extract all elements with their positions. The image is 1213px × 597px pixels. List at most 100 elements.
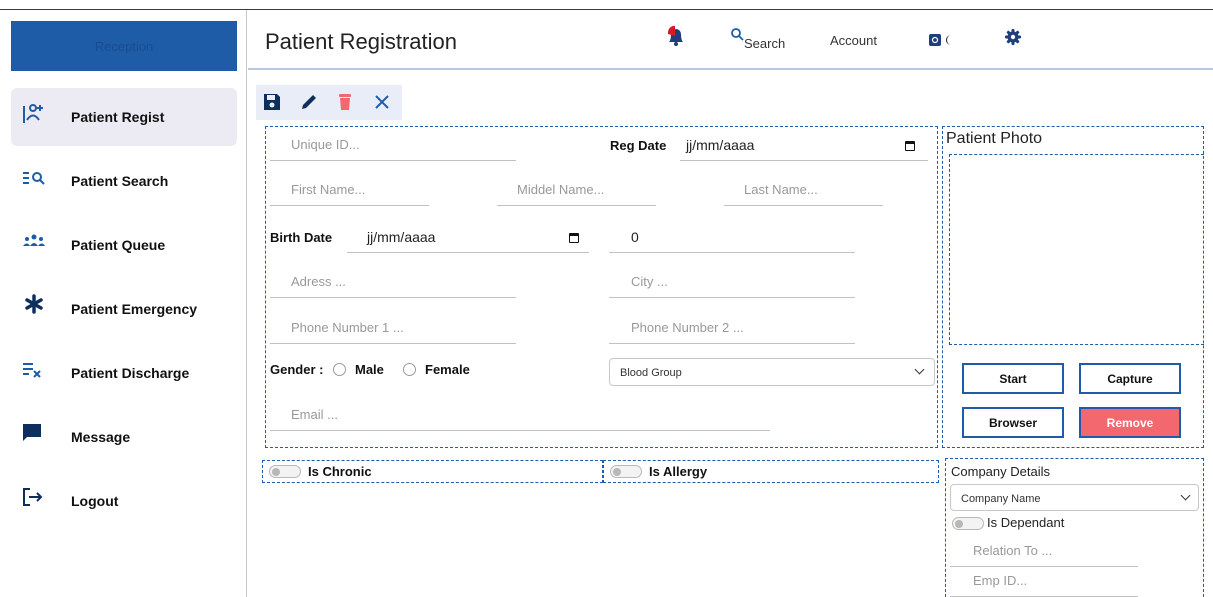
top-header: Patient Registration Search Account: [248, 10, 1213, 70]
sidebar-item-patient-search[interactable]: Patient Search: [11, 152, 237, 210]
age-value: 0: [631, 229, 639, 245]
gender-female-label: Female: [425, 362, 470, 377]
photo-title: Patient Photo: [946, 130, 1043, 147]
unique-id-placeholder: Unique ID...: [291, 137, 360, 152]
reg-date-value: jj/mm/aaaa: [686, 137, 755, 153]
chronic-toggle-row: Is Chronic: [262, 460, 603, 483]
birth-date-label: Birth Date: [270, 230, 333, 245]
last-name-field[interactable]: Last Name...: [724, 172, 883, 206]
browser-button[interactable]: Browser: [962, 407, 1064, 438]
remove-button-label: Remove: [1106, 415, 1154, 430]
sidebar-item-logout[interactable]: Logout: [11, 472, 237, 530]
trash-icon[interactable]: [332, 89, 358, 115]
sidebar-item-patient-queue[interactable]: Patient Queue: [11, 216, 237, 274]
birth-date-value: jj/mm/aaaa: [367, 229, 436, 245]
company-name-value: Company Name: [961, 493, 1041, 505]
phone2-placeholder: Phone Number 2 ...: [631, 320, 744, 335]
search-list-icon: [21, 165, 47, 191]
allergy-toggle-row: Is Allergy: [603, 460, 939, 483]
group-icon: [21, 229, 47, 255]
unique-id-field[interactable]: Unique ID...: [270, 127, 516, 161]
company-details-panel: Company Details Company Name Is Dependan…: [945, 458, 1204, 597]
sidebar-item-label: Message: [71, 429, 131, 445]
calendar-icon[interactable]: [905, 141, 915, 151]
search-icon[interactable]: [730, 27, 744, 46]
sidebar-item-label: Patient Emergency: [71, 301, 198, 317]
page-title: Patient Registration: [265, 29, 457, 54]
chronic-label: Is Chronic: [308, 464, 372, 479]
phone2-field[interactable]: Phone Number 2 ...: [609, 310, 855, 344]
city-field[interactable]: City ...: [609, 264, 855, 298]
logout-icon: [21, 485, 47, 511]
company-name-select[interactable]: Company Name: [950, 484, 1199, 511]
chevron-down-icon: [1180, 490, 1191, 501]
allergy-toggle[interactable]: [610, 465, 642, 478]
company-title: Company Details: [951, 464, 1050, 479]
age-field[interactable]: 0: [609, 219, 855, 253]
middle-name-field[interactable]: Middel Name...: [497, 172, 656, 206]
middle-name-placeholder: Middel Name...: [517, 182, 605, 197]
gender-label: Gender :: [270, 362, 324, 377]
calendar-icon[interactable]: [569, 233, 579, 243]
phone1-placeholder: Phone Number 1 ...: [291, 320, 404, 335]
city-placeholder: City ...: [631, 274, 668, 289]
dependant-label: Is Dependant: [987, 515, 1065, 530]
add-user-icon: [21, 101, 47, 127]
gear-icon[interactable]: [1005, 29, 1021, 50]
sidebar-item-message[interactable]: Message: [11, 408, 237, 466]
account-link[interactable]: Account: [830, 33, 877, 48]
address-placeholder: Adress ...: [291, 274, 346, 289]
birth-date-field[interactable]: jj/mm/aaaa: [347, 219, 589, 253]
reg-date-field[interactable]: jj/mm/aaaa: [680, 127, 928, 161]
sidebar-item-patient-emergency[interactable]: Patient Emergency: [11, 280, 237, 338]
sidebar: Reception Patient Regist Patient Search: [0, 10, 247, 597]
first-name-field[interactable]: First Name...: [270, 172, 429, 206]
capture-button-label: Capture: [1107, 371, 1153, 386]
brand-label: Reception: [94, 38, 154, 54]
reg-date-label: Reg Date: [610, 138, 667, 153]
sidebar-item-label: Patient Queue: [71, 237, 166, 253]
sidebar-item-label: Patient Regist: [71, 109, 165, 125]
save-icon[interactable]: [259, 89, 285, 115]
theme-toggle-icon[interactable]: [929, 33, 955, 52]
gender-male-radio[interactable]: [333, 363, 346, 376]
photo-preview: [949, 154, 1204, 345]
chronic-toggle[interactable]: [269, 465, 301, 478]
capture-button[interactable]: Capture: [1079, 363, 1181, 394]
emp-id-field[interactable]: Emp ID...: [950, 563, 1138, 597]
sidebar-item-label: Logout: [71, 493, 119, 509]
chevron-down-icon: [914, 364, 925, 375]
patient-photo-panel: Patient Photo Start Capture Browser Remo…: [942, 126, 1204, 448]
email-field[interactable]: Email ...: [270, 397, 770, 431]
start-button[interactable]: Start: [962, 363, 1064, 394]
emp-id-placeholder: Emp ID...: [973, 573, 1028, 588]
browser-button-label: Browser: [988, 415, 1038, 430]
remove-button[interactable]: Remove: [1079, 407, 1181, 438]
email-placeholder: Email ...: [291, 407, 338, 422]
phone1-field[interactable]: Phone Number 1 ...: [270, 310, 516, 344]
allergy-label: Is Allergy: [649, 464, 708, 479]
sidebar-item-label: Patient Search: [71, 173, 169, 189]
gender-female-radio[interactable]: [403, 363, 416, 376]
relation-to-field[interactable]: Relation To ...: [950, 533, 1138, 567]
asterisk-icon: [21, 293, 47, 319]
close-icon[interactable]: [369, 89, 395, 115]
pencil-icon[interactable]: [296, 89, 322, 115]
search-link[interactable]: Search: [744, 36, 785, 51]
list-remove-icon: [21, 357, 47, 383]
record-toolbar: [256, 85, 402, 120]
sidebar-item-patient-regist[interactable]: Patient Regist: [11, 88, 237, 146]
bell-icon[interactable]: [665, 24, 687, 53]
blood-group-value: Blood Group: [620, 367, 682, 379]
chat-icon: [21, 421, 47, 447]
patient-info-form: Unique ID... Reg Date jj/mm/aaaa First N…: [265, 126, 938, 448]
dependant-toggle[interactable]: [952, 517, 984, 530]
blood-group-select[interactable]: Blood Group: [609, 358, 935, 386]
last-name-placeholder: Last Name...: [744, 182, 818, 197]
sidebar-item-patient-discharge[interactable]: Patient Discharge: [11, 344, 237, 402]
brand-logo[interactable]: Reception: [11, 21, 237, 71]
address-field[interactable]: Adress ...: [270, 264, 516, 298]
start-button-label: Start: [999, 371, 1027, 386]
first-name-placeholder: First Name...: [291, 182, 366, 197]
sidebar-item-label: Patient Discharge: [71, 365, 190, 381]
